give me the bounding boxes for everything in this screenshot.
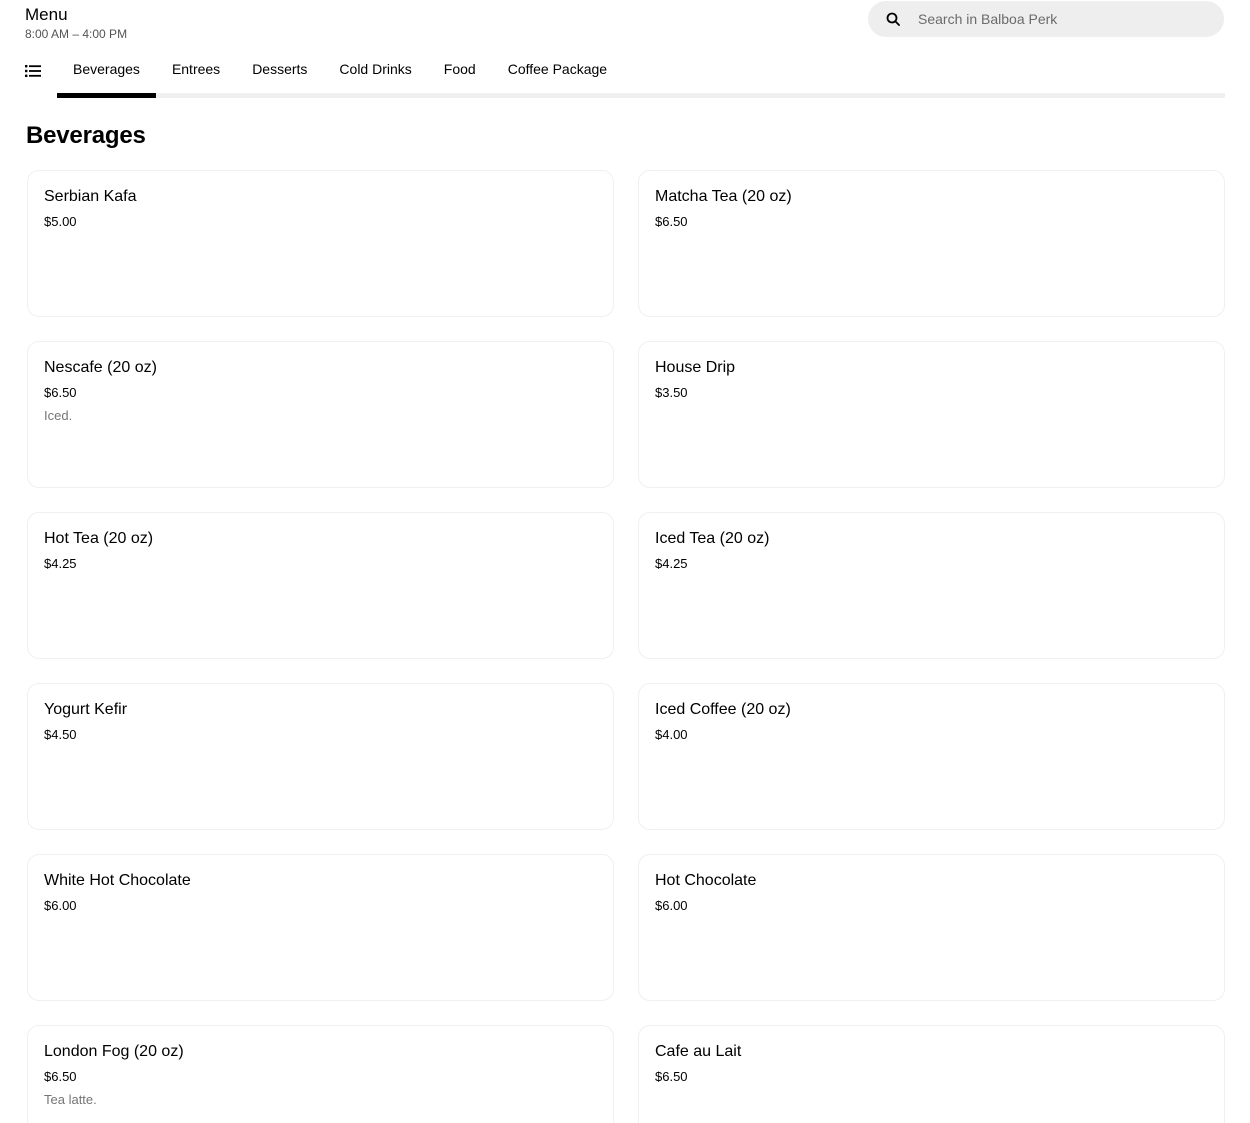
category-tabs: Beverages Entrees Desserts Cold Drinks Food C…	[57, 55, 623, 98]
item-name: London Fog (20 oz)	[44, 1043, 184, 1060]
menu-item-card[interactable]: Hot Chocolate $6.00	[638, 854, 1225, 1001]
tab-beverages[interactable]: Beverages	[57, 55, 156, 98]
search-icon	[885, 11, 901, 27]
item-name: White Hot Chocolate	[44, 872, 191, 889]
tab-coffee-package[interactable]: Coffee Package	[492, 55, 623, 92]
menu-page: Menu 8:00 AM – 4:00 PM BeveragesEntreesD…	[0, 0, 1250, 1123]
menu-item-card[interactable]: Cafe au Lait $6.50	[638, 1025, 1225, 1123]
tab-cold-drinks[interactable]: Cold Drinks	[323, 55, 427, 92]
item-price: $6.50	[44, 1069, 77, 1084]
item-name: Serbian Kafa	[44, 188, 137, 205]
category-scroll-track	[57, 93, 1225, 98]
item-price: $4.50	[44, 727, 77, 742]
search-box[interactable]	[868, 1, 1224, 37]
search-input[interactable]	[916, 10, 1210, 28]
item-name: Iced Coffee (20 oz)	[655, 701, 791, 718]
item-price: $6.50	[655, 214, 688, 229]
item-price: $6.50	[44, 385, 77, 400]
item-name: Hot Chocolate	[655, 872, 757, 889]
item-name: Nescafe (20 oz)	[44, 359, 157, 376]
item-price: $4.00	[655, 727, 688, 742]
menu-item-card[interactable]: Matcha Tea (20 oz) $6.50	[638, 170, 1225, 317]
item-price: $6.00	[655, 898, 688, 913]
menu-header: Menu 8:00 AM – 4:00 PM	[25, 5, 127, 41]
item-price: $3.50	[655, 385, 688, 400]
menu-item-card[interactable]: Iced Coffee (20 oz) $4.00	[638, 683, 1225, 830]
menu-item-card[interactable]: House Drip $3.50	[638, 341, 1225, 488]
menu-item-card[interactable]: Serbian Kafa $5.00	[27, 170, 614, 317]
item-price: $6.00	[44, 898, 77, 913]
item-description: Iced.	[44, 408, 73, 423]
item-name: Cafe au Lait	[655, 1043, 742, 1060]
tab-food[interactable]: Food	[428, 55, 492, 92]
item-name: House Drip	[655, 359, 736, 376]
item-price: $5.00	[44, 214, 77, 229]
item-name: Yogurt Kefir	[44, 701, 128, 718]
menu-item-card[interactable]: London Fog (20 oz) $6.50 Tea latte.	[27, 1025, 614, 1123]
item-price: $4.25	[44, 556, 77, 571]
menu-item-card[interactable]: Yogurt Kefir $4.50	[27, 683, 614, 830]
item-price: $6.50	[655, 1069, 688, 1084]
item-description: Tea latte.	[44, 1092, 97, 1107]
section-title: Beverages	[26, 122, 146, 149]
tab-desserts[interactable]: Desserts	[236, 55, 323, 92]
menu-title: Menu	[25, 5, 68, 24]
item-name: Matcha Tea (20 oz)	[655, 188, 792, 205]
menu-item-card[interactable]: Iced Tea (20 oz) $4.25	[638, 512, 1225, 659]
item-name: Iced Tea (20 oz)	[655, 530, 770, 547]
tab-entrees[interactable]: Entrees	[156, 55, 236, 92]
menu-item-grid: Serbian Kafa $5.00 Matcha Tea (20 oz) $6.50…	[27, 170, 1225, 1123]
category-nav: Beverages Entrees Desserts Cold Drinks Food C…	[25, 55, 1225, 98]
menu-item-card[interactable]: Nescafe (20 oz) $6.50 Iced.	[27, 341, 614, 488]
item-name: Hot Tea (20 oz)	[44, 530, 154, 547]
menu-item-card[interactable]: White Hot Chocolate $6.00	[27, 854, 614, 1001]
list-icon[interactable]	[25, 63, 41, 79]
menu-hours: 8:00 AM – 4:00 PM	[25, 27, 128, 41]
menu-item-card[interactable]: Hot Tea (20 oz) $4.25	[27, 512, 614, 659]
item-price: $4.25	[655, 556, 688, 571]
